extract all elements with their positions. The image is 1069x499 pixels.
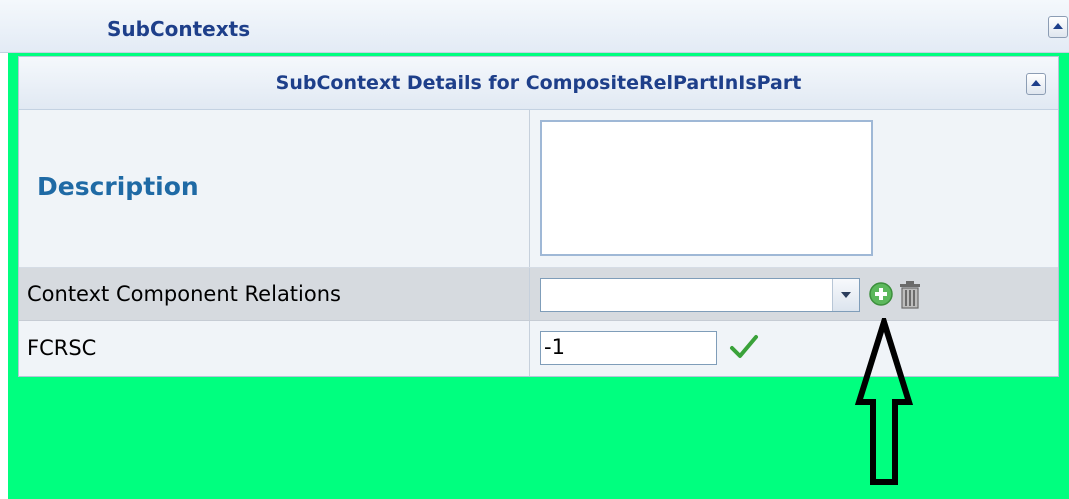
context-component-relations-row: Context Component Relations: [19, 268, 1058, 321]
ccr-label-cell: Context Component Relations: [19, 268, 530, 320]
panel-title: SubContext Details for CompositeRelPartI…: [275, 72, 802, 94]
trash-icon[interactable]: [898, 280, 922, 309]
chevron-down-icon[interactable]: [832, 279, 859, 311]
subcontexts-title: SubContexts: [107, 17, 251, 41]
up-arrow-icon: [855, 318, 913, 485]
ccr-select[interactable]: [540, 278, 860, 312]
checkmark-icon[interactable]: [728, 331, 760, 363]
description-label-cell: Description: [19, 110, 530, 267]
fcrsc-value-cell: -1: [530, 321, 1058, 376]
subcontexts-collapse-button[interactable]: [1048, 16, 1068, 38]
fcrsc-label-cell: FCRSC: [19, 321, 530, 376]
fcrsc-input[interactable]: -1: [540, 331, 717, 365]
subcontexts-header: SubContexts: [0, 0, 1069, 53]
description-label: Description: [37, 172, 199, 201]
add-icon[interactable]: [868, 281, 894, 307]
panel-header: SubContext Details for CompositeRelPartI…: [19, 57, 1058, 110]
ccr-value-cell: [530, 268, 1058, 320]
ccr-label: Context Component Relations: [27, 282, 341, 306]
description-row: Description: [19, 110, 1058, 268]
description-textarea[interactable]: [540, 120, 873, 256]
fcrsc-label: FCRSC: [27, 336, 97, 360]
description-value-cell: [530, 110, 1058, 267]
panel-collapse-button[interactable]: [1026, 73, 1046, 95]
